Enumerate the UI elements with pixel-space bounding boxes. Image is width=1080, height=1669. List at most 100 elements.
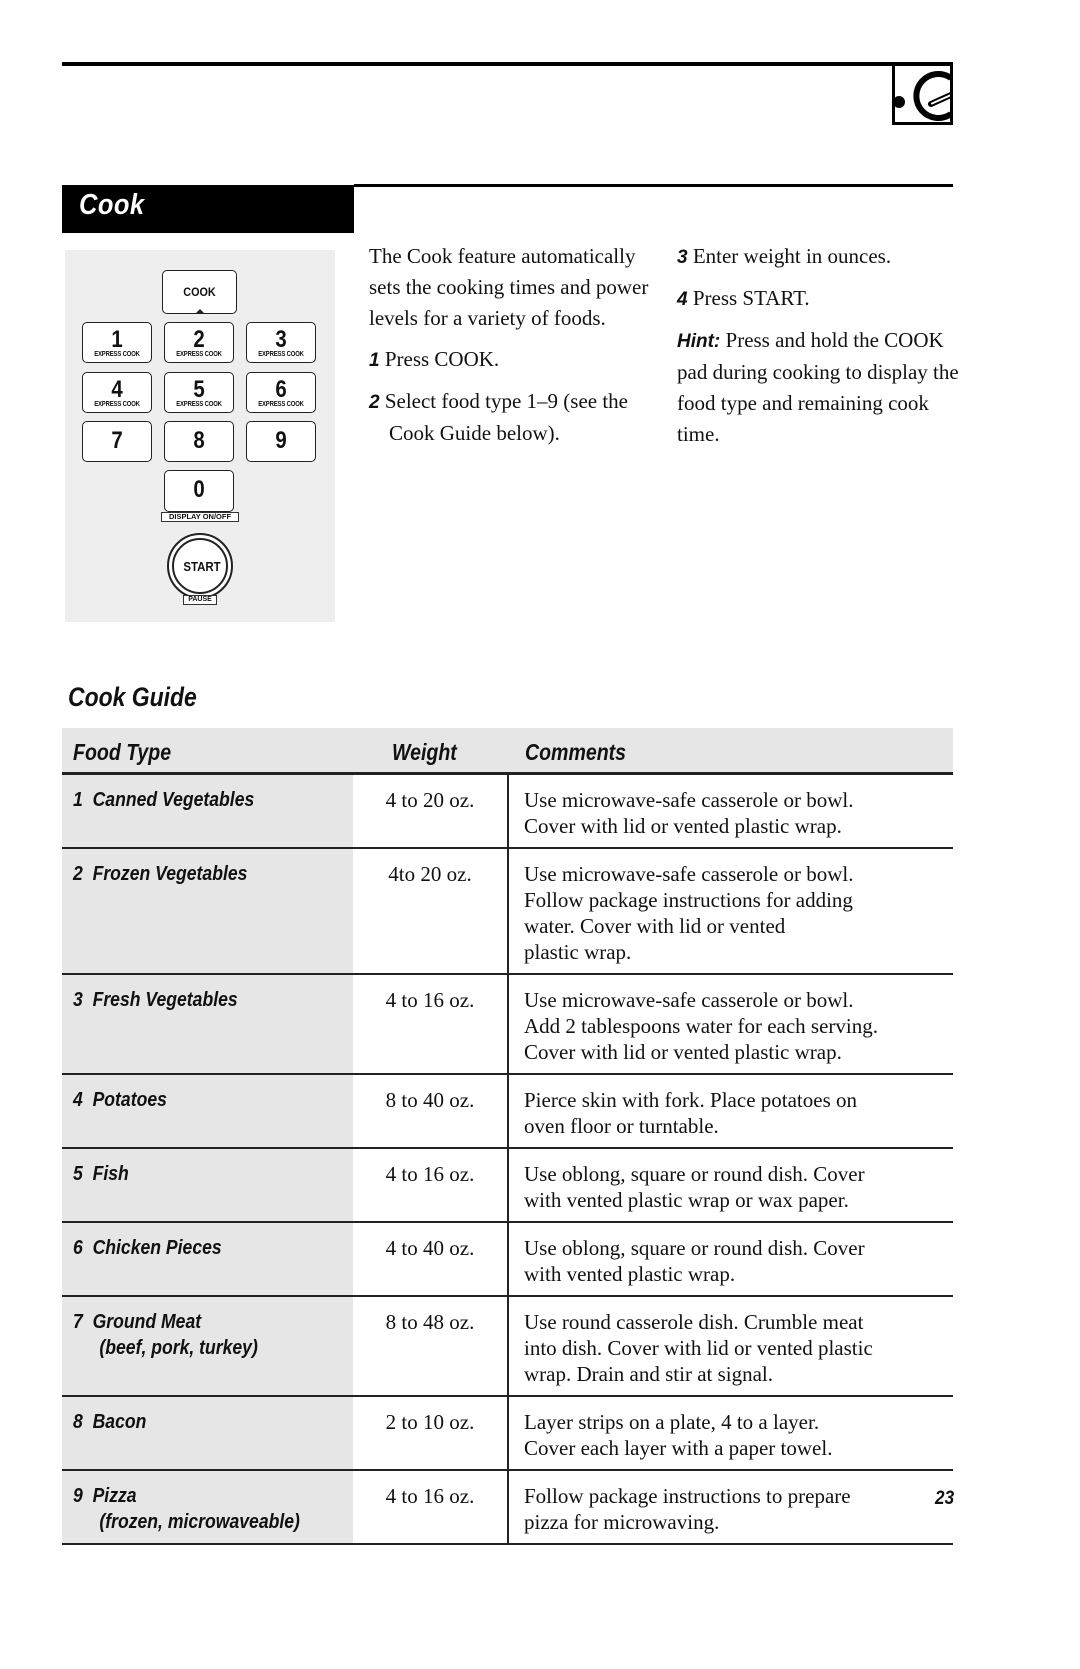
key-digit: 3 xyxy=(275,326,287,353)
key-8: 8 xyxy=(164,421,234,462)
key-7: 7 xyxy=(82,421,152,462)
key-digit: 2 xyxy=(193,326,205,353)
food-type-sublabel: (frozen, microwaveable) xyxy=(99,1510,300,1533)
comments-cell: Use microwave-safe casserole or bowl. Cov… xyxy=(507,773,953,849)
food-type-label: 2 Frozen Vegetables xyxy=(73,862,248,885)
comment-line: Cover with lid or vented plastic wrap. xyxy=(524,1039,842,1064)
comments-cell: Follow package instructions to prepare pi… xyxy=(507,1469,953,1545)
hint-label: Hint: xyxy=(677,331,721,352)
step-text: Enter weight in ounces. xyxy=(692,244,892,268)
food-type-label: 8 Bacon xyxy=(73,1410,147,1433)
key-digit: 7 xyxy=(111,427,123,454)
weight-cell: 4 to 16 oz. xyxy=(353,973,508,1075)
comment-line: water. Cover with lid or vented xyxy=(524,913,786,938)
comment-line: Use oblong, square or round dish. Cover xyxy=(524,1161,865,1186)
key-digit: 4 xyxy=(111,376,123,403)
key-sub-label: EXPRESS COOK xyxy=(94,401,140,408)
start-key-inner-ring: START xyxy=(172,538,228,594)
food-type-cell: 5 Fish xyxy=(62,1147,353,1223)
page-number: 23 xyxy=(935,1488,955,1509)
ge-monogram-icon xyxy=(895,71,950,121)
key-sub-label: EXPRESS COOK xyxy=(176,401,222,408)
comment-line: Use microwave-safe casserole or bowl. xyxy=(524,787,854,812)
table-row: 9 Pizza (frozen, microwaveable) 4 to 16 oz… xyxy=(62,1469,953,1545)
comments-cell: Layer strips on a plate, 4 to a layer. Co… xyxy=(507,1395,953,1471)
comment-line: plastic wrap. xyxy=(524,939,632,964)
table-row: 5 Fish 4 to 16 oz. Use oblong, square or r… xyxy=(62,1147,953,1223)
key-9: 9 xyxy=(246,421,316,462)
comment-line: into dish. Cover with lid or vented plas… xyxy=(524,1335,873,1360)
comment-line: Cover with lid or vented plastic wrap. xyxy=(524,813,842,838)
hint-text: Press and hold the COOK pad during cooki… xyxy=(677,328,959,446)
steps-column: 3 Enter weight in ounces. 4 Press START.… xyxy=(677,241,962,460)
key-sub-label: EXPRESS COOK xyxy=(176,351,222,358)
weight-cell: 8 to 40 oz. xyxy=(353,1073,508,1149)
pause-label: PAUSE xyxy=(183,595,217,605)
table-body: 1 Canned Vegetables 4 to 20 oz. Use microw… xyxy=(62,773,953,1545)
comment-line: Layer strips on a plate, 4 to a layer. xyxy=(524,1409,820,1434)
key-digit: 9 xyxy=(275,427,287,454)
weight-cell: 4 to 20 oz. xyxy=(353,773,508,849)
key-sub-label: EXPRESS COOK xyxy=(258,351,304,358)
food-type-label: 4 Potatoes xyxy=(73,1088,167,1111)
section-title: Cook xyxy=(79,189,145,221)
step-4: 4 Press START. xyxy=(677,283,962,315)
table-header-row: Food Type Weight Comments xyxy=(62,728,953,775)
header-food-type: Food Type xyxy=(62,728,353,775)
key-digit: 0 xyxy=(193,476,205,503)
section-rule xyxy=(354,184,953,187)
cook-guide-title: Cook Guide xyxy=(68,682,197,712)
intro-paragraph: The Cook feature automatically sets the … xyxy=(369,244,649,330)
comment-line: Pierce skin with fork. Place potatoes on xyxy=(524,1087,858,1112)
step-1: 1 Press COOK. xyxy=(369,344,659,376)
step-number: 3 xyxy=(677,247,688,268)
food-type-label: 7 Ground Meat xyxy=(73,1310,202,1333)
hint: Hint: Press and hold the COOK pad during… xyxy=(677,325,962,450)
food-type-label: 1 Canned Vegetables xyxy=(73,788,255,811)
comment-line: pizza for microwaving. xyxy=(524,1509,720,1534)
key-3: 3 EXPRESS COOK xyxy=(246,322,316,363)
table-row: 6 Chicken Pieces 4 to 40 oz. Use oblong, s… xyxy=(62,1221,953,1297)
keypad-illustration: COOK 1 EXPRESS COOK 2 EXPRESS COOK 3 EXP… xyxy=(65,250,335,622)
table-row: 2 Frozen Vegetables 4to 20 oz. Use microwa… xyxy=(62,847,953,975)
comments-cell: Use oblong, square or round dish. Cover w… xyxy=(507,1221,953,1297)
table-row: 8 Bacon 2 to 10 oz. Layer strips on a plat… xyxy=(62,1395,953,1471)
comment-line: with vented plastic wrap or wax paper. xyxy=(524,1187,849,1212)
comments-cell: Pierce skin with fork. Place potatoes on… xyxy=(507,1073,953,1149)
key-2: 2 EXPRESS COOK xyxy=(164,322,234,363)
weight-cell: 4 to 16 oz. xyxy=(353,1147,508,1223)
header-weight: Weight xyxy=(353,728,508,775)
food-type-cell: 7 Ground Meat (beef, pork, turkey) xyxy=(62,1295,353,1397)
comment-line: wrap. Drain and stir at signal. xyxy=(524,1361,774,1386)
display-on-off-label: DISPLAY ON/OFF xyxy=(161,512,239,522)
step-text: Select food type 1–9 (see the Cook Guide… xyxy=(384,389,628,445)
table-row: 7 Ground Meat (beef, pork, turkey) 8 to 48… xyxy=(62,1295,953,1397)
step-text: Press COOK. xyxy=(384,347,500,371)
step-number: 2 xyxy=(369,392,380,413)
key-4: 4 EXPRESS COOK xyxy=(82,372,152,413)
comments-cell: Use oblong, square or round dish. Cover w… xyxy=(507,1147,953,1223)
step-text: Press START. xyxy=(692,286,810,310)
start-key: START xyxy=(167,533,233,599)
comments-cell: Use microwave-safe casserole or bowl. Add… xyxy=(507,973,953,1075)
food-type-label: 6 Chicken Pieces xyxy=(73,1236,222,1259)
key-sub-label: EXPRESS COOK xyxy=(94,351,140,358)
food-type-label: 3 Fresh Vegetables xyxy=(73,988,238,1011)
comment-line: Follow package instructions to prepare xyxy=(524,1483,851,1508)
intro-column: The Cook feature automatically sets the … xyxy=(369,241,659,459)
comment-line: Use oblong, square or round dish. Cover xyxy=(524,1235,865,1260)
food-type-cell: 1 Canned Vegetables xyxy=(62,773,353,849)
cook-guide-table: Food Type Weight Comments 1 Canned Veget… xyxy=(62,728,953,1545)
comment-line: oven floor or turntable. xyxy=(524,1113,719,1138)
step-number: 4 xyxy=(677,289,688,310)
weight-cell: 2 to 10 oz. xyxy=(353,1395,508,1471)
header-label: Weight xyxy=(392,739,457,766)
key-sub-label: EXPRESS COOK xyxy=(258,401,304,408)
header-label: Food Type xyxy=(73,739,172,766)
comment-line: Add 2 tablespoons water for each serving… xyxy=(524,1013,878,1038)
table-row: 1 Canned Vegetables 4 to 20 oz. Use microw… xyxy=(62,773,953,849)
food-type-cell: 2 Frozen Vegetables xyxy=(62,847,353,975)
header-comments: Comments xyxy=(508,728,953,775)
step-2: 2 Select food type 1–9 (see the Cook Gui… xyxy=(369,386,659,449)
key-6: 6 EXPRESS COOK xyxy=(246,372,316,413)
